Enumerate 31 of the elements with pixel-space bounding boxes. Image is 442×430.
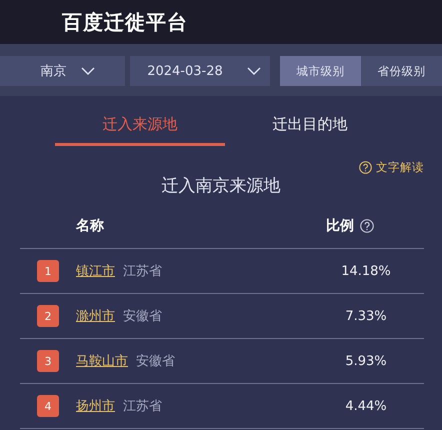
province-label: 安徽省 [123, 308, 162, 325]
ratio-value: 14.18% [341, 264, 391, 278]
level-toggle[interactable]: 省份级别 [361, 56, 442, 86]
ratio-value: 5.93% [345, 354, 387, 368]
column-header: 名称 [76, 217, 105, 235]
province-label: 江苏省 [123, 263, 162, 280]
chevron-down-icon [246, 67, 261, 75]
table-title: 迁入南京来源地 [160, 175, 282, 198]
rank-badge: 3 [37, 350, 59, 372]
app-title: 百度迁徙平台 [62, 8, 188, 36]
tab[interactable]: 迁出目的地 [225, 106, 395, 146]
help-icon [359, 160, 372, 174]
city-link[interactable]: 扬州市 [76, 397, 115, 415]
ratio-value: 4.44% [345, 398, 387, 414]
rank-badge: 2 [37, 305, 59, 327]
city-dropdown[interactable]: 南京 [0, 56, 125, 86]
ratio-value: 7.33% [345, 308, 387, 324]
help-icon [360, 219, 374, 233]
level-toggle[interactable]: 城市级别 [280, 56, 361, 86]
column-header: 比例 [326, 217, 354, 235]
text-explanation-link[interactable]: 文字解读 [359, 158, 424, 176]
rank-badge: 4 [37, 395, 59, 417]
city-link[interactable]: 马鞍山市 [76, 352, 128, 370]
province-label: 江苏省 [123, 398, 162, 415]
city-link[interactable]: 镇江市 [76, 262, 115, 280]
date-dropdown[interactable]: 2024-03-28 [130, 56, 270, 86]
province-label: 安徽省 [136, 353, 175, 370]
city-link[interactable]: 滁州市 [76, 307, 115, 325]
rank-badge: 1 [37, 260, 59, 282]
tab[interactable]: 迁入来源地 [55, 106, 225, 146]
chevron-down-icon [80, 67, 94, 75]
